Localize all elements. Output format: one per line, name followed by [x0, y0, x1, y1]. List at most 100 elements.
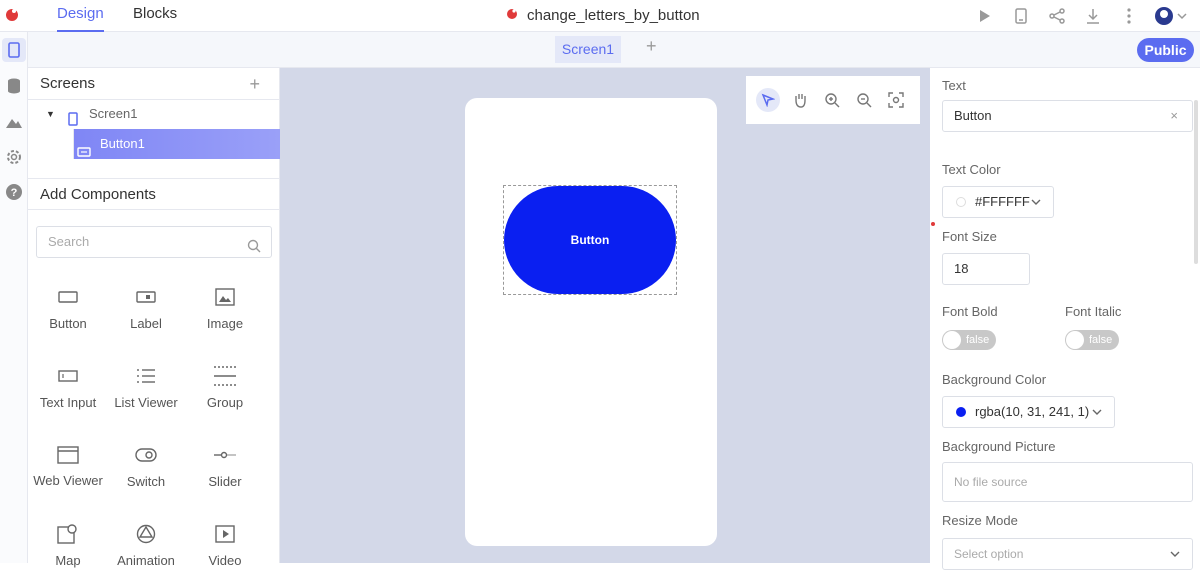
- component-group[interactable]: Group: [185, 363, 265, 410]
- component-label-text: Switch: [126, 474, 166, 489]
- color-swatch-blue: [956, 407, 966, 417]
- component-video[interactable]: Video: [185, 521, 265, 568]
- group-icon: [185, 363, 265, 389]
- component-switch[interactable]: Switch: [106, 442, 186, 489]
- left-panel: Screens + ▼ Screen1 Button1 Add Componen…: [28, 68, 280, 568]
- media-icon[interactable]: [2, 110, 26, 134]
- font-italic-label: Font Italic: [1065, 304, 1122, 319]
- component-image[interactable]: Image: [185, 284, 265, 331]
- text-color-label: Text Color: [942, 162, 1001, 177]
- component-button[interactable]: Button: [28, 284, 108, 331]
- top-actions: [974, 5, 1188, 27]
- canvas-toolbox: [746, 76, 920, 124]
- bg-color-value: rgba(10, 31, 241, 1): [975, 404, 1090, 419]
- component-text-input[interactable]: Text Input: [28, 363, 108, 410]
- animation-icon: [106, 521, 186, 547]
- design-canvas[interactable]: Button: [280, 68, 930, 563]
- text-input[interactable]: Button ×: [942, 100, 1193, 132]
- image-icon: [185, 284, 265, 310]
- caret-down-icon[interactable]: ▼: [46, 99, 55, 129]
- web-viewer-icon: [28, 442, 108, 468]
- help-icon[interactable]: ?: [2, 180, 26, 204]
- resize-dot: [931, 222, 935, 226]
- tree-item-screen1[interactable]: ▼ Screen1: [28, 99, 280, 129]
- component-label-text: Group: [206, 395, 244, 410]
- add-screen-plus-button[interactable]: +: [249, 68, 260, 100]
- component-web-viewer[interactable]: Web Viewer: [28, 442, 108, 487]
- component-label[interactable]: Label: [106, 284, 186, 331]
- text-color-picker[interactable]: #FFFFFF: [942, 186, 1054, 218]
- component-slider[interactable]: Slider: [185, 442, 265, 489]
- slider-icon: [185, 442, 265, 468]
- project-icon: [505, 6, 519, 24]
- project-name: change_letters_by_button: [527, 6, 700, 24]
- bg-color-picker[interactable]: rgba(10, 31, 241, 1): [942, 396, 1115, 428]
- properties-scrollbar[interactable]: [1194, 100, 1198, 264]
- properties-panel: Text Button × Text Color #FFFFFF Font Si…: [930, 68, 1200, 570]
- component-list-viewer[interactable]: List Viewer: [106, 363, 186, 410]
- font-bold-toggle[interactable]: false: [942, 330, 996, 350]
- font-bold-label: Font Bold: [942, 304, 998, 319]
- tab-design[interactable]: Design: [57, 0, 104, 32]
- font-bold-value: false: [966, 334, 990, 346]
- phone-screen[interactable]: Button: [465, 98, 717, 546]
- play-icon[interactable]: [974, 5, 996, 27]
- add-screen-button[interactable]: +: [646, 36, 657, 57]
- more-vertical-icon[interactable]: [1118, 5, 1140, 27]
- text-label: Text: [942, 78, 966, 93]
- canvas-button[interactable]: Button: [504, 186, 676, 294]
- select-pointer-icon[interactable]: [756, 88, 780, 112]
- component-label-text: Image: [206, 316, 244, 331]
- resize-mode-select[interactable]: Select option: [942, 538, 1193, 570]
- device-preview-icon[interactable]: [1010, 5, 1032, 27]
- tab-blocks[interactable]: Blocks: [133, 0, 177, 32]
- clear-icon[interactable]: ×: [1170, 101, 1178, 131]
- project-title: change_letters_by_button: [505, 6, 700, 24]
- component-label-text: Slider: [208, 474, 242, 489]
- search-icon: [247, 234, 261, 264]
- font-size-input[interactable]: 18: [942, 253, 1030, 285]
- zoom-in-icon[interactable]: [820, 88, 844, 112]
- tree-item-button1[interactable]: Button1: [73, 129, 280, 159]
- text-color-value: #FFFFFF: [975, 194, 1030, 209]
- tab-screen1[interactable]: Screen1: [555, 36, 621, 63]
- database-icon[interactable]: [2, 74, 26, 98]
- top-bar: Design Blocks change_letters_by_button: [0, 0, 1200, 32]
- tree-item-label: Button1: [100, 136, 145, 151]
- component-search-input[interactable]: Search: [36, 226, 272, 258]
- resize-mode-label: Resize Mode: [942, 513, 1018, 528]
- font-italic-toggle[interactable]: false: [1065, 330, 1119, 350]
- public-button[interactable]: Public: [1137, 38, 1194, 62]
- selected-button-outline[interactable]: Button: [503, 185, 677, 295]
- video-icon: [185, 521, 265, 547]
- tree-line: [73, 129, 74, 159]
- share-icon[interactable]: [1046, 5, 1068, 27]
- avatar[interactable]: [1154, 5, 1188, 27]
- component-label-text: Label: [130, 316, 162, 331]
- fit-screen-icon[interactable]: [884, 88, 908, 112]
- components-header: Add Components: [28, 178, 280, 210]
- color-swatch-white: [956, 197, 966, 207]
- hand-pan-icon[interactable]: [788, 88, 812, 112]
- screen-tab-bar: Screen1 + Public: [28, 32, 1200, 68]
- settings-gear-icon[interactable]: [2, 145, 26, 169]
- tree-item-label: Screen1: [89, 106, 138, 121]
- component-animation[interactable]: Animation: [106, 521, 186, 568]
- chevron-down-icon: [1170, 539, 1180, 580]
- screens-title: Screens: [40, 75, 96, 92]
- bg-picture-label: Background Picture: [942, 439, 1056, 454]
- bg-picture-input[interactable]: No file source: [942, 462, 1193, 502]
- component-label-text: Map: [55, 553, 81, 568]
- zoom-out-icon[interactable]: [852, 88, 876, 112]
- font-italic-value: false: [1089, 334, 1113, 346]
- component-map[interactable]: Map: [28, 521, 108, 568]
- map-icon: [28, 521, 108, 547]
- text-input-value: Button: [954, 108, 992, 123]
- chevron-down-icon: [1092, 397, 1102, 438]
- app-logo-icon[interactable]: [4, 6, 20, 22]
- list-viewer-icon: [106, 363, 186, 389]
- device-icon[interactable]: [2, 38, 26, 62]
- download-icon[interactable]: [1082, 5, 1104, 27]
- text-input-icon: [28, 363, 108, 389]
- chevron-down-icon: [1031, 187, 1041, 228]
